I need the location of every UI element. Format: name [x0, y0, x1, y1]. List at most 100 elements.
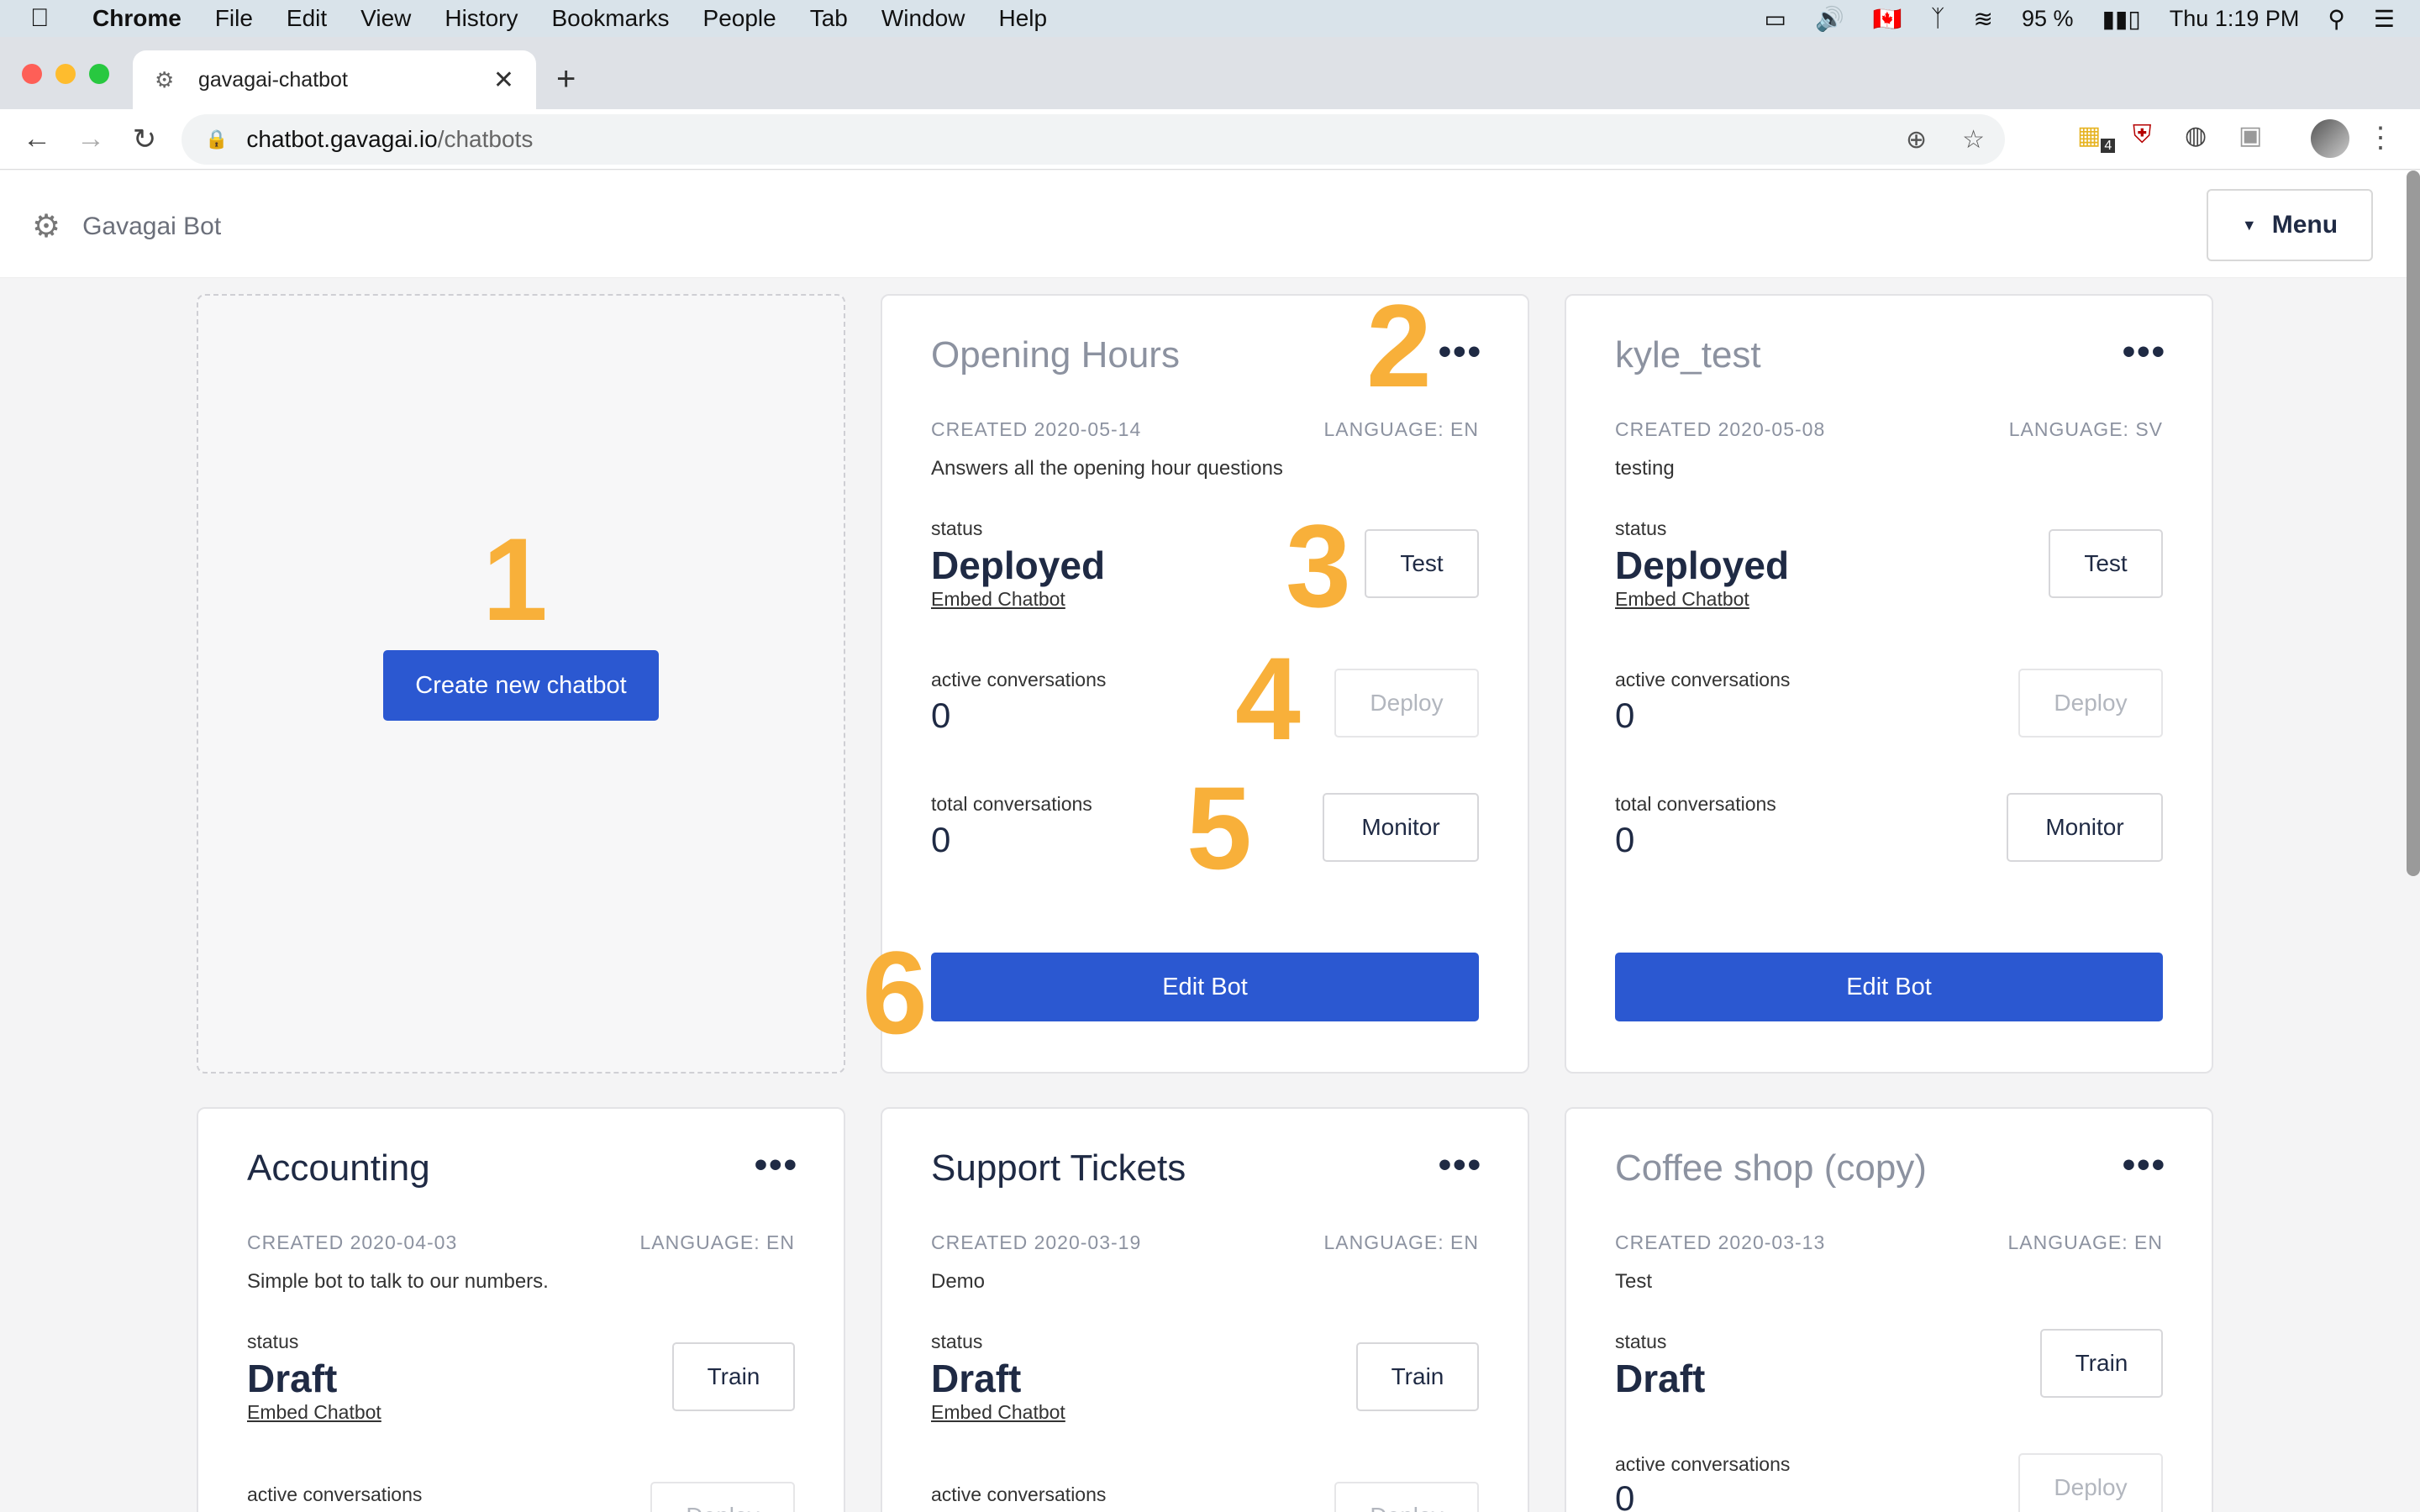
- edit-bot-button[interactable]: Edit Bot: [931, 953, 1479, 1021]
- monitor-button[interactable]: Monitor: [2007, 793, 2163, 862]
- active-conversations-label: active conversations: [247, 1483, 423, 1505]
- bot-card-opening-hours: Opening Hours ••• CREATED 2020-05-14 LAN…: [881, 294, 1529, 1074]
- bot-name[interactable]: Opening Hours: [931, 334, 1180, 376]
- browser-menu-icon[interactable]: ⋮: [2366, 121, 2395, 155]
- create-new-chatbot-button[interactable]: Create new chatbot: [383, 650, 659, 721]
- menu-help[interactable]: Help: [998, 5, 1047, 32]
- bot-name[interactable]: Accounting: [247, 1147, 430, 1189]
- menu-history[interactable]: History: [445, 5, 518, 32]
- deploy-button-label: Deploy: [2054, 1474, 2128, 1500]
- edit-bot-button[interactable]: Edit Bot: [1615, 953, 2163, 1021]
- train-button[interactable]: Train: [672, 1342, 795, 1411]
- embed-chatbot-link[interactable]: Embed Chatbot: [931, 1401, 1065, 1424]
- deploy-button[interactable]: Deploy: [1334, 1482, 1479, 1512]
- airplay-icon[interactable]: ▭: [1765, 5, 1786, 33]
- bluetooth-icon[interactable]: ᛉ: [1931, 5, 1945, 32]
- add-shortcut-icon[interactable]: ⊕: [1906, 125, 1927, 155]
- bot-name[interactable]: Coffee shop (copy): [1615, 1147, 1927, 1189]
- ublock-icon[interactable]: ⛨: [2133, 121, 2152, 150]
- tab-strip: ⚙ gavagai-chatbot ✕ +: [0, 37, 2420, 109]
- window-close-button[interactable]: [22, 64, 42, 84]
- created-date: CREATED 2020-03-19: [931, 1231, 1142, 1253]
- more-options-icon[interactable]: •••: [1439, 1144, 1482, 1186]
- bot-card-accounting: Accounting ••• CREATED 2020-04-03 LANGUA…: [197, 1107, 845, 1512]
- apple-icon[interactable]: : [30, 4, 67, 33]
- bot-logo-icon: ⚙: [32, 209, 61, 244]
- status-label: status: [1615, 1331, 1667, 1352]
- status-label: status: [247, 1331, 299, 1352]
- status-value: Draft: [931, 1357, 1022, 1400]
- bot-meta: CREATED 2020-03-19 LANGUAGE: EN: [931, 1231, 1479, 1254]
- notification-center-icon[interactable]: ☰: [2374, 5, 2395, 33]
- train-button-label: Train: [1391, 1363, 1444, 1389]
- bot-favicon-icon: ⚙: [155, 66, 175, 92]
- more-options-icon[interactable]: •••: [1439, 331, 1482, 373]
- menu-chrome[interactable]: Chrome: [92, 5, 182, 32]
- more-options-icon[interactable]: •••: [2123, 1144, 2166, 1186]
- deploy-button[interactable]: Deploy: [650, 1482, 795, 1512]
- profile-avatar[interactable]: [2311, 119, 2349, 158]
- menu-window[interactable]: Window: [881, 5, 965, 32]
- page-scrollbar[interactable]: [2407, 171, 2420, 876]
- extension-notes-icon[interactable]: ▦ 4: [2077, 121, 2116, 154]
- test-button[interactable]: Test: [1365, 529, 1479, 598]
- flag-icon[interactable]: 🇨🇦: [1873, 5, 1902, 33]
- spotlight-search-icon[interactable]: ⚲: [2328, 5, 2345, 33]
- app-header: ⚙ Gavagai Bot ▼ Menu: [0, 171, 2420, 278]
- test-button-label: Test: [1400, 550, 1444, 576]
- reload-icon[interactable]: ↻: [118, 123, 171, 156]
- status-label: status: [931, 517, 983, 539]
- wifi-icon[interactable]: ≋: [1974, 5, 1993, 33]
- status-value: Deployed: [931, 543, 1106, 587]
- brand[interactable]: ⚙ Gavagai Bot: [32, 207, 221, 245]
- menu-view[interactable]: View: [360, 5, 411, 32]
- test-button[interactable]: Test: [2049, 529, 2163, 598]
- camera-extension-icon[interactable]: ▣: [2238, 121, 2262, 150]
- language: LANGUAGE: EN: [639, 1231, 795, 1253]
- lock-icon[interactable]: 🔒: [205, 129, 228, 150]
- window-zoom-button[interactable]: [89, 64, 109, 84]
- total-conversations-label: total conversations: [931, 793, 1092, 815]
- back-arrow-icon[interactable]: ←: [10, 123, 64, 155]
- menu-file[interactable]: File: [215, 5, 253, 32]
- menu-edit[interactable]: Edit: [287, 5, 327, 32]
- new-tab-icon[interactable]: +: [556, 60, 576, 98]
- battery-icon[interactable]: ▮▮▯: [2102, 5, 2141, 33]
- embed-chatbot-link[interactable]: Embed Chatbot: [931, 588, 1065, 611]
- deploy-button[interactable]: Deploy: [2018, 669, 2163, 738]
- deploy-button[interactable]: Deploy: [1334, 669, 1479, 738]
- embed-chatbot-link[interactable]: Embed Chatbot: [1615, 588, 1749, 611]
- bookmark-star-icon[interactable]: ☆: [1962, 125, 1985, 155]
- tab-close-icon[interactable]: ✕: [493, 66, 514, 95]
- browser-tab[interactable]: ⚙ gavagai-chatbot ✕: [133, 50, 536, 109]
- address-bar[interactable]: 🔒 chatbot.gavagai.io/chatbots ⊕ ☆: [182, 114, 2005, 165]
- clock[interactable]: Thu 1:19 PM: [2170, 6, 2300, 32]
- forward-arrow-icon[interactable]: →: [64, 123, 118, 155]
- volume-icon[interactable]: 🔊: [1815, 5, 1844, 33]
- bot-description: Simple bot to talk to our numbers.: [247, 1270, 549, 1293]
- edit-bot-button-label: Edit Bot: [1162, 973, 1248, 1000]
- menu-button[interactable]: ▼ Menu: [2207, 189, 2373, 261]
- menu-tab[interactable]: Tab: [810, 5, 848, 32]
- menu-bookmarks[interactable]: Bookmarks: [551, 5, 669, 32]
- bot-name[interactable]: Support Tickets: [931, 1147, 1186, 1189]
- bot-description: Test: [1615, 1270, 1653, 1293]
- train-button[interactable]: Train: [2040, 1329, 2163, 1398]
- menu-people[interactable]: People: [703, 5, 776, 32]
- deploy-button[interactable]: Deploy: [2018, 1453, 2163, 1512]
- window-minimize-button[interactable]: [55, 64, 76, 84]
- tab-title: gavagai-chatbot: [198, 67, 348, 92]
- more-options-icon[interactable]: •••: [755, 1144, 798, 1186]
- extension-badge: 4: [2101, 139, 2116, 153]
- status-area: ▭ 🔊 🇨🇦 ᛉ ≋ 95 % ▮▮▯ Thu 1:19 PM ⚲ ☰: [1765, 0, 2395, 37]
- bot-name[interactable]: kyle_test: [1615, 334, 1761, 376]
- monitor-button[interactable]: Monitor: [1323, 793, 1479, 862]
- train-button[interactable]: Train: [1356, 1342, 1479, 1411]
- bot-description: testing: [1615, 457, 1675, 480]
- deploy-button-label: Deploy: [1370, 690, 1444, 716]
- eye-extension-icon[interactable]: ◍: [2185, 121, 2207, 150]
- embed-chatbot-link[interactable]: Embed Chatbot: [247, 1401, 381, 1424]
- more-options-icon[interactable]: •••: [2123, 331, 2166, 373]
- status-value: Draft: [1615, 1357, 1706, 1400]
- active-conversations-label: active conversations: [1615, 669, 1791, 690]
